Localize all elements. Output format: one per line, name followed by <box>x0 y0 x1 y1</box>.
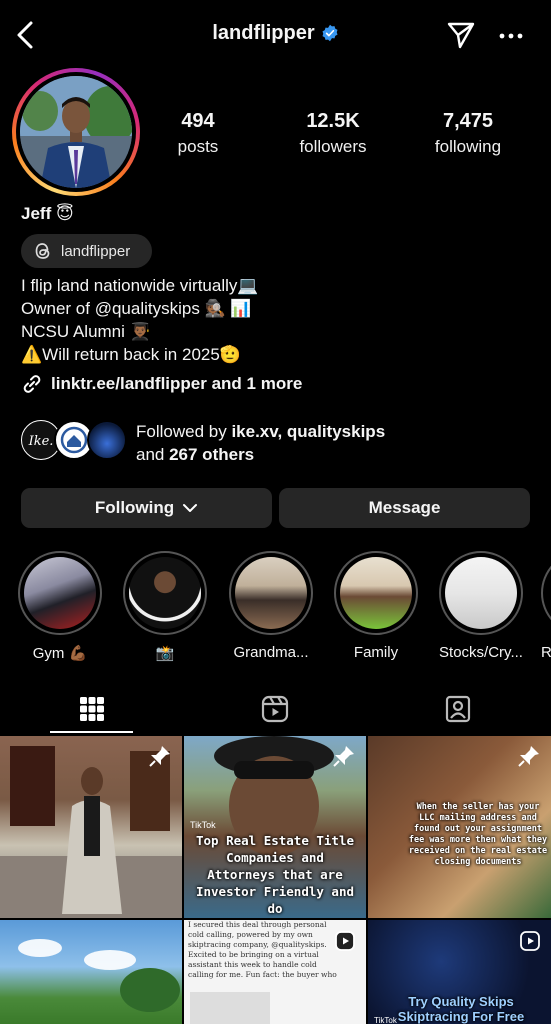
stat-label: followers <box>299 137 367 156</box>
post-thumbnail[interactable]: When the seller has your LLC mailing add… <box>368 736 551 918</box>
bio-line: ⚠️Will return back in 2025🫡 <box>21 345 241 364</box>
profile-tabs <box>0 684 551 734</box>
following-count[interactable]: 7,475 following <box>408 110 528 157</box>
send-message-icon[interactable] <box>446 20 476 50</box>
tab-tagged[interactable] <box>366 684 550 734</box>
highlight-cover <box>340 557 412 629</box>
tiktok-watermark: TikTok <box>190 820 216 830</box>
post-thumbnail[interactable]: Try Quality Skips Skiptracing For Free T… <box>368 920 551 1024</box>
bio-line: I flip land nationwide virtually💻 <box>21 276 259 295</box>
bio: I flip land nationwide virtually💻 Owner … <box>21 274 259 366</box>
bio-link-text: linktr.ee/landflipper and 1 more <box>51 374 303 393</box>
tiktok-watermark: TikTok <box>374 1016 397 1024</box>
highlight-label: Family <box>353 644 399 661</box>
profile-avatar[interactable] <box>12 68 140 196</box>
posts-grid: Top Real Estate Title Companies and Atto… <box>0 736 551 1024</box>
stat-value: 12.5K <box>306 110 360 132</box>
grid-icon <box>80 697 104 721</box>
threads-icon <box>35 243 50 259</box>
pinned-icon <box>518 746 539 767</box>
message-button[interactable]: Message <box>279 488 530 528</box>
stat-value: 7,475 <box>442 110 494 132</box>
post-caption: Top Real Estate Title Companies and Atto… <box>195 833 355 916</box>
bio-link[interactable]: linktr.ee/landflipper and 1 more <box>21 373 302 395</box>
threads-badge[interactable]: landflipper <box>21 234 152 268</box>
chevron-down-icon <box>183 504 198 512</box>
tab-reels[interactable] <box>183 684 367 734</box>
highlight-family[interactable]: Family <box>333 551 419 661</box>
svg-text:Ike.: Ike. <box>28 434 54 449</box>
reel-icon <box>520 931 540 951</box>
posts-count[interactable]: 494 posts <box>138 110 258 157</box>
pinned-icon <box>149 746 170 767</box>
highlight-label: Grandma... <box>233 644 309 661</box>
highlight-cover <box>24 557 96 629</box>
highlight-stocks[interactable]: Stocks/Cry... <box>438 551 524 661</box>
post-thumbnail[interactable]: Top Real Estate Title Companies and Atto… <box>184 736 366 918</box>
post-caption: Try Quality Skips Skiptracing For Free <box>397 994 525 1024</box>
post-thumbnail[interactable]: I secured this deal through personal col… <box>184 920 366 1024</box>
highlight-label: R <box>541 644 551 661</box>
mutual-avatar <box>87 420 127 460</box>
display-name: Jeff 😇 <box>21 204 74 223</box>
following-button-label: Following <box>94 498 175 517</box>
more-options-icon[interactable] <box>498 26 524 46</box>
stat-label: following <box>434 137 502 156</box>
highlight-grandma[interactable]: Grandma... <box>228 551 314 661</box>
highlight-gym[interactable]: Gym 💪🏾 <box>17 551 103 662</box>
followed-by-prefix: Followed by <box>136 422 232 441</box>
post-caption: I secured this deal through personal col… <box>188 920 337 979</box>
active-tab-indicator <box>50 731 133 733</box>
highlight-cover <box>445 557 517 629</box>
username-title: landflipper <box>212 22 315 44</box>
bio-line: NCSU Alumni 👨🏾‍🎓 <box>21 322 151 341</box>
highlight-label: 📸 <box>155 645 175 662</box>
followed-by-and: and <box>136 445 170 464</box>
stat-value: 494 <box>181 110 215 132</box>
top-bar: landflipper <box>0 0 551 72</box>
stat-label: posts <box>177 137 219 156</box>
message-button-label: Message <box>368 498 441 517</box>
highlight-cover <box>235 557 307 629</box>
avatar-photo <box>20 76 132 188</box>
following-button[interactable]: Following <box>21 488 272 528</box>
link-icon <box>23 375 41 393</box>
reel-icon <box>335 931 355 951</box>
highlight-label: Gym 💪🏾 <box>32 645 88 662</box>
post-thumbnail[interactable] <box>0 920 182 1024</box>
tab-posts-grid[interactable] <box>0 684 184 734</box>
highlight-cover <box>129 557 201 629</box>
post-thumbnail[interactable] <box>0 736 182 918</box>
bio-line-mention[interactable]: Owner of @qualityskips 🕵🏾 📊 <box>21 297 259 320</box>
followed-by-others: 267 others <box>169 445 255 464</box>
followed-by-names: ike.xv, qualityskips <box>231 422 386 441</box>
followers-count[interactable]: 12.5K followers <box>273 110 393 157</box>
reels-icon <box>261 695 289 723</box>
followed-by-text[interactable]: Followed by ike.xv, qualityskips and 267… <box>136 420 385 466</box>
threads-handle: landflipper <box>61 242 131 260</box>
pinned-icon <box>333 746 354 767</box>
highlight-label: Stocks/Cry... <box>439 644 523 661</box>
highlight-camera[interactable]: 📸 <box>122 551 208 662</box>
highlight-partial[interactable]: R <box>541 551 551 661</box>
tagged-person-icon <box>445 695 471 723</box>
post-caption: When the seller has your LLC mailing add… <box>408 802 548 867</box>
verified-badge-icon <box>322 24 338 42</box>
